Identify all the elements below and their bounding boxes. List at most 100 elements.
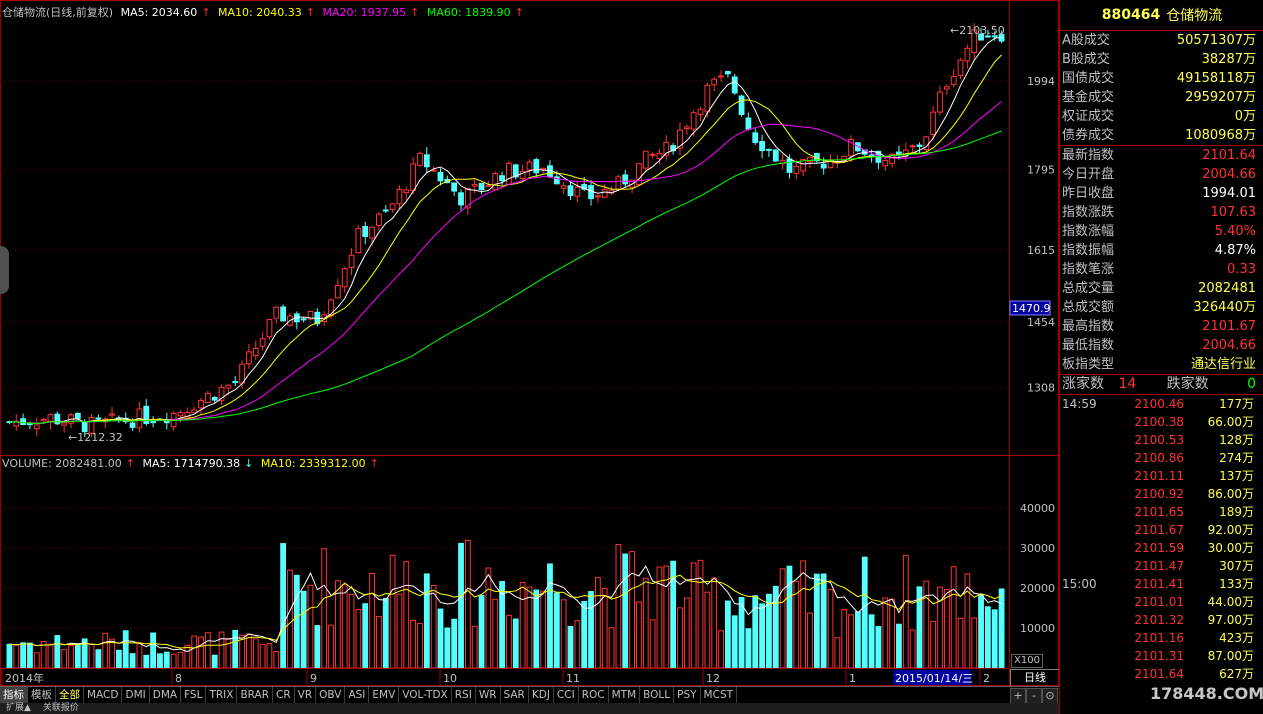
indicator-tab[interactable]: BOLL bbox=[640, 687, 675, 704]
indicator-tab[interactable]: DMA bbox=[150, 687, 182, 704]
stat-label: A股成交 bbox=[1062, 33, 1110, 48]
indicator-tab[interactable]: ASI bbox=[345, 687, 370, 704]
candle bbox=[492, 173, 499, 191]
zoom-out-button[interactable]: - bbox=[1026, 688, 1042, 704]
tick-row: 2100.92 86.00万 bbox=[1060, 485, 1263, 503]
candle bbox=[622, 174, 629, 185]
period-selector[interactable]: 日线 bbox=[1010, 669, 1060, 687]
volume-bar bbox=[20, 642, 27, 669]
indicator-tab[interactable]: WR bbox=[476, 687, 501, 704]
candle bbox=[745, 117, 752, 130]
volume-bar bbox=[581, 600, 588, 669]
tick-row: 2100.38 66.00万 bbox=[1060, 413, 1263, 431]
indicator-tab[interactable]: BRAR bbox=[237, 687, 273, 704]
candle bbox=[150, 421, 157, 424]
stat-value: 2959207万 bbox=[1185, 90, 1256, 105]
tick-price: 2101.16 bbox=[1134, 631, 1184, 645]
stat-row: 今日开盘 2004.66 bbox=[1060, 165, 1263, 184]
x-axis-label: 2014年 bbox=[5, 671, 44, 685]
indicator-tab[interactable]: DMI bbox=[122, 687, 150, 704]
candle bbox=[711, 78, 718, 86]
tick-time bbox=[1060, 485, 1120, 503]
indicator-tab[interactable]: ROC bbox=[579, 687, 609, 704]
volume-bar bbox=[478, 594, 485, 669]
volume-bar bbox=[834, 637, 841, 669]
volume-bar bbox=[841, 609, 848, 669]
tick-time bbox=[1060, 413, 1120, 431]
candle bbox=[950, 76, 957, 85]
volume-bar bbox=[718, 630, 724, 669]
indicator-tab[interactable]: VOL-TDX bbox=[399, 687, 452, 704]
candle bbox=[348, 254, 355, 268]
volume-unit-badge: X100 bbox=[1011, 654, 1043, 668]
indicator-tab[interactable]: 全部 bbox=[56, 687, 84, 704]
indicator-tab[interactable]: EMV bbox=[369, 687, 400, 704]
related-quotes-tab[interactable]: 关联报价 bbox=[37, 703, 85, 714]
volume-bar bbox=[950, 566, 957, 669]
indicator-tab[interactable]: CCI bbox=[554, 687, 579, 704]
indicator-tab[interactable]: PSY bbox=[674, 687, 701, 704]
up-arrow-icon: ↑ bbox=[410, 6, 420, 19]
indicator-tab[interactable]: KDJ bbox=[529, 687, 554, 704]
tick-list[interactable]: 14:59 2100.46 177万 2100.38 66.00万 2100.53 128万… bbox=[1060, 395, 1263, 683]
indicator-tab[interactable]: FSL bbox=[181, 687, 207, 704]
candle bbox=[896, 151, 902, 155]
x-axis-label: 2 bbox=[983, 672, 990, 685]
panel-collapse-handle[interactable] bbox=[0, 246, 9, 294]
candle bbox=[560, 185, 567, 189]
tick-time bbox=[1060, 665, 1120, 683]
stat-value: 1080968万 bbox=[1185, 128, 1256, 143]
candle bbox=[204, 393, 211, 404]
volume-bar bbox=[485, 567, 492, 669]
indicator-tab[interactable]: CR bbox=[273, 687, 295, 704]
indicator-tab[interactable]: VR bbox=[295, 687, 317, 704]
candle bbox=[396, 188, 403, 205]
candle bbox=[937, 91, 943, 113]
expand-tab[interactable]: 扩展▲ bbox=[0, 703, 37, 714]
tick-row: 2101.67 92.00万 bbox=[1060, 521, 1263, 539]
volume-bar bbox=[854, 611, 861, 669]
indicator-tab[interactable]: 模板 bbox=[28, 687, 56, 704]
volume-bar bbox=[882, 597, 889, 669]
candle bbox=[916, 144, 923, 147]
volume-bar bbox=[642, 577, 649, 669]
reset-zoom-button[interactable]: ⊙ bbox=[1042, 688, 1058, 704]
indicator-tab[interactable]: 指标 bbox=[0, 687, 28, 704]
candle bbox=[369, 226, 375, 239]
tick-price: 2101.32 bbox=[1134, 613, 1184, 627]
indicator-tab[interactable]: RSI bbox=[452, 687, 476, 704]
candle bbox=[177, 412, 184, 417]
indicator-tab[interactable]: OBV bbox=[316, 687, 346, 704]
tick-row: 2101.64 627万 bbox=[1060, 665, 1263, 683]
stat-row: 指数笔涨 0.33 bbox=[1060, 260, 1263, 279]
indicator-tab[interactable]: TRIX bbox=[206, 687, 238, 704]
indicator-tab[interactable]: SAR bbox=[501, 687, 529, 704]
indicator-tab[interactable]: MTM bbox=[609, 687, 641, 704]
ma20-legend: MA20: 1937.95 bbox=[322, 6, 407, 19]
kline-chart[interactable]: 1994 1795 1615 1454 1308 1470.9 ←2103.50 ←1212.… bbox=[0, 0, 1059, 686]
candle bbox=[724, 71, 731, 75]
candle bbox=[766, 148, 772, 151]
indicator-tab[interactable]: MCST bbox=[701, 687, 738, 704]
stat-label: 指数振幅 bbox=[1062, 243, 1115, 258]
volume-bar bbox=[68, 644, 74, 669]
tick-price: 2100.46 bbox=[1134, 397, 1184, 411]
vol-ma5-legend: MA5: 1714790.38 bbox=[142, 457, 241, 470]
candle bbox=[33, 424, 40, 430]
volume-bar bbox=[157, 653, 163, 669]
volume-bar bbox=[150, 632, 157, 669]
tick-time bbox=[1060, 557, 1120, 575]
volume-bar bbox=[74, 643, 81, 669]
stat-row: 总成交量 2082481 bbox=[1060, 279, 1263, 298]
indicator-tab[interactable]: MACD bbox=[84, 687, 123, 704]
volume-bar bbox=[314, 625, 321, 669]
bottom-bar: 扩展▲ 关联报价 bbox=[0, 703, 1059, 714]
tick-vol: 30.00万 bbox=[1207, 541, 1254, 555]
down-count-label: 跌家数 bbox=[1166, 376, 1209, 392]
tick-time bbox=[1060, 593, 1120, 611]
volume-bar bbox=[198, 636, 204, 669]
stat-row: 总成交额 326440万 bbox=[1060, 298, 1263, 317]
watermark: 178448.COM bbox=[1150, 684, 1263, 703]
zoom-in-button[interactable]: + bbox=[1010, 688, 1026, 704]
volume-bar bbox=[875, 626, 882, 669]
